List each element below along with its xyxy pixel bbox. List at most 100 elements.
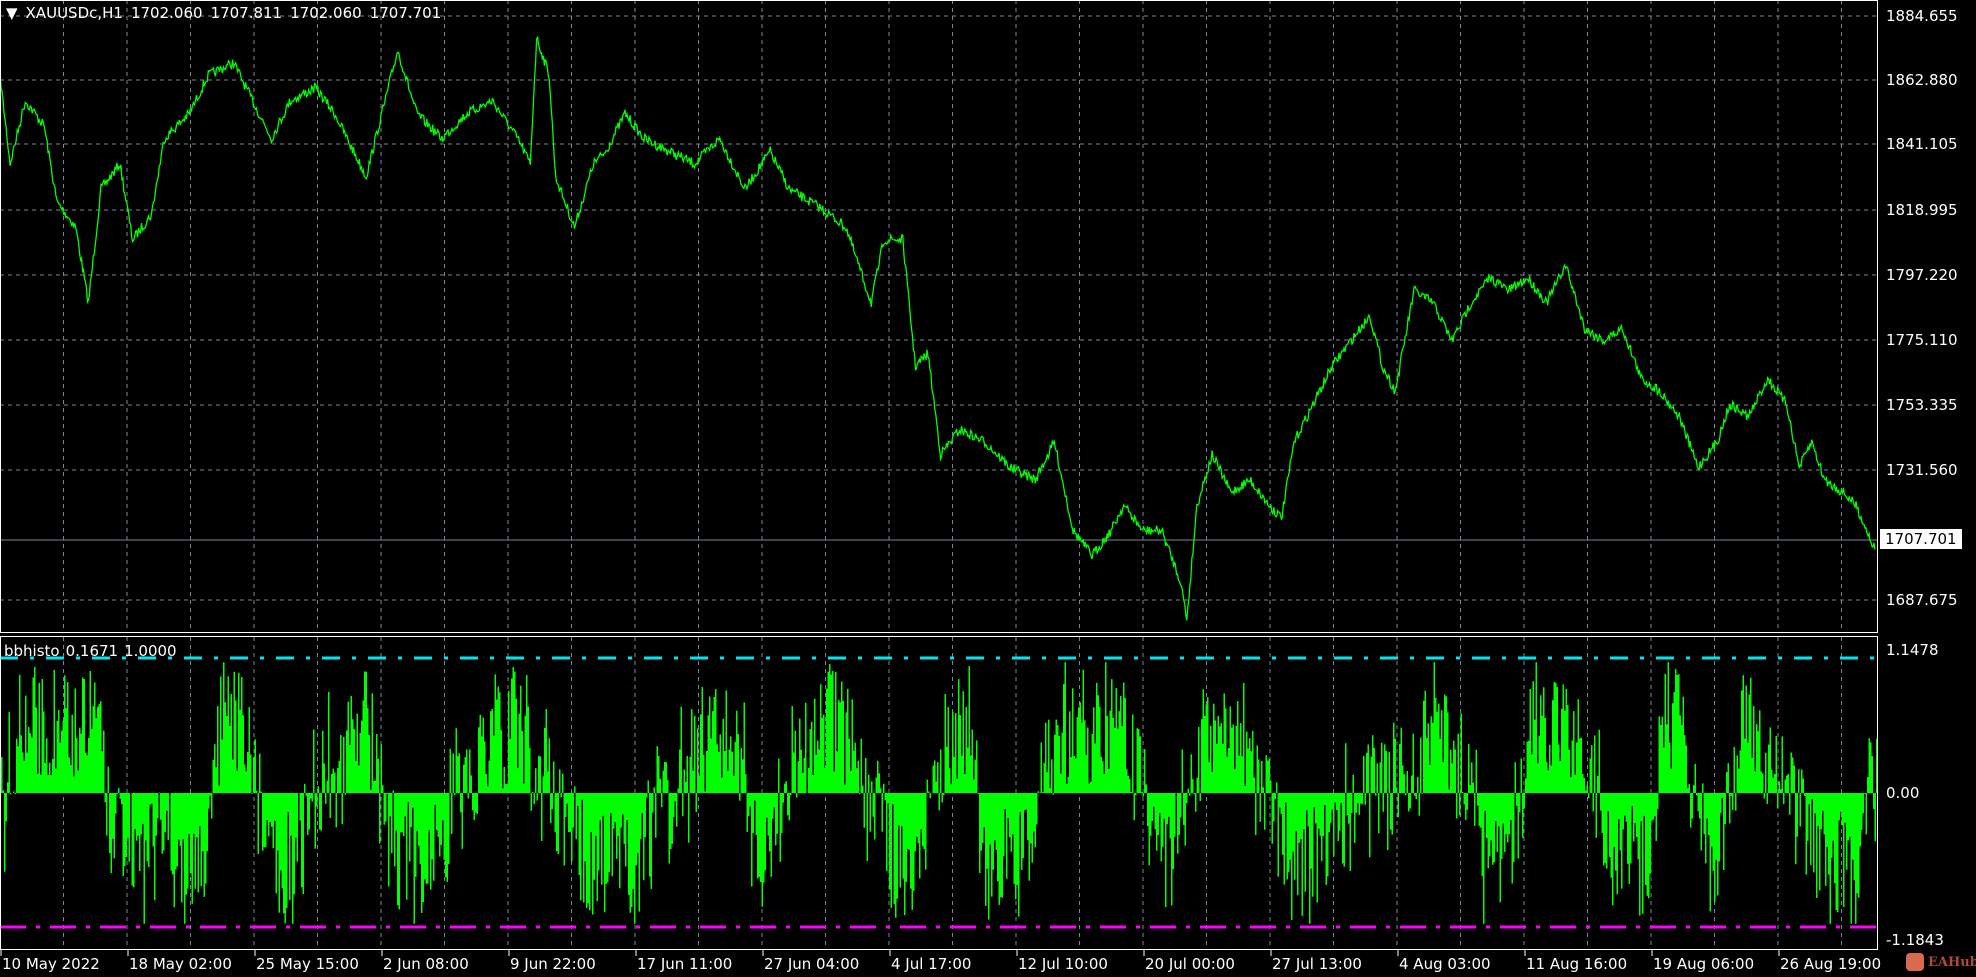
histogram-bar [992, 793, 994, 870]
histogram-bar [467, 793, 469, 799]
histogram-bar [293, 793, 295, 895]
histogram-bar [1526, 741, 1528, 793]
histogram-bar [121, 793, 123, 805]
histogram-bar [604, 793, 606, 913]
histogram-bar [1835, 793, 1837, 910]
histogram-bar [22, 752, 24, 793]
histogram-bar [1700, 793, 1702, 851]
histogram-bar [1264, 793, 1266, 830]
histogram-bar [1780, 789, 1782, 793]
histogram-bar [352, 719, 354, 793]
histogram-bar [322, 730, 324, 793]
histogram-bar [1481, 793, 1483, 877]
histogram-bar [1127, 776, 1129, 793]
histogram-bar [596, 793, 598, 902]
histogram-bar [1315, 793, 1317, 824]
histogram-bar [935, 781, 937, 793]
histogram-bar [1145, 784, 1147, 793]
histogram-bar [1223, 693, 1225, 793]
histogram-bar [74, 688, 76, 793]
histogram-bar [1423, 700, 1425, 793]
histogram-bar [1625, 793, 1627, 822]
chart-canvas[interactable] [0, 0, 1976, 977]
histogram-bar [239, 709, 241, 793]
histogram-bar [1664, 673, 1666, 793]
histogram-bar [1148, 793, 1150, 866]
histogram-bar [592, 793, 594, 915]
histogram-bar [361, 720, 363, 793]
histogram-bar [1727, 763, 1729, 793]
histogram-bar [1432, 722, 1434, 793]
histogram-bar [430, 793, 432, 890]
histogram-bar [815, 754, 817, 793]
histogram-bar [1318, 793, 1320, 829]
histogram-bar [1805, 793, 1807, 875]
histogram-bar [172, 793, 174, 875]
histogram-bar [934, 760, 936, 793]
histogram-bar [385, 793, 387, 822]
histogram-bar [1144, 749, 1146, 793]
histogram-bar [490, 711, 492, 793]
histogram-bar [274, 793, 276, 821]
histogram-bar [320, 793, 322, 831]
histogram-bar [826, 688, 828, 793]
histogram-bar [1288, 793, 1290, 872]
histogram-bar [283, 793, 285, 914]
histogram-bar [1652, 793, 1654, 820]
histogram-bar [460, 793, 462, 813]
histogram-bar [856, 768, 858, 793]
histogram-bar [1517, 793, 1519, 859]
time-axis-label: 10 May 2022 [2, 955, 100, 973]
histogram-bar [478, 727, 480, 793]
histogram-bar [835, 671, 837, 793]
dropdown-triangle-icon[interactable]: ▼ [6, 4, 18, 22]
histogram-bar [1454, 749, 1456, 793]
histogram-bar [470, 775, 472, 793]
histogram-bar [943, 793, 945, 796]
histogram-bar [1798, 769, 1800, 793]
histogram-bar [332, 768, 334, 793]
histogram-bar [1379, 762, 1381, 793]
histogram-bar [1310, 793, 1312, 869]
histogram-bar [1819, 793, 1821, 891]
histogram-bar [1376, 763, 1378, 793]
histogram-bar [851, 699, 853, 793]
histogram-bar [883, 783, 885, 793]
histogram-bar [566, 793, 568, 804]
histogram-bar [355, 760, 357, 793]
histogram-bar [1757, 731, 1759, 793]
histogram-bar [137, 793, 139, 836]
histogram-bar [587, 793, 589, 904]
histogram-bar [1790, 752, 1792, 793]
histogram-bar [1465, 793, 1467, 820]
histogram-bar [167, 793, 169, 841]
histogram-bar [104, 793, 106, 803]
histogram-bar [1030, 793, 1032, 844]
histogram-bar [1682, 696, 1684, 793]
histogram-bar [29, 733, 31, 793]
histogram-bar [1745, 685, 1747, 793]
histogram-bar [889, 793, 891, 890]
histogram-bar [175, 793, 177, 870]
histogram-bar [1430, 716, 1432, 793]
histogram-bar [526, 675, 528, 793]
histogram-bar [277, 793, 279, 851]
histogram-bar [358, 765, 360, 793]
histogram-bar [1426, 738, 1428, 793]
histogram-bar [773, 793, 775, 808]
histogram-bar [1847, 793, 1849, 841]
histogram-bar [761, 793, 763, 907]
histogram-bar [463, 764, 465, 793]
histogram-bar [343, 736, 345, 793]
histogram-bar [1759, 710, 1761, 793]
histogram-bar [224, 702, 226, 793]
histogram-bar [136, 793, 138, 841]
histogram-bar [439, 793, 441, 857]
histogram-bar [1372, 735, 1374, 793]
histogram-bar [200, 793, 202, 887]
histogram-bar [562, 773, 564, 793]
histogram-bar [1112, 717, 1114, 793]
histogram-bar [1190, 754, 1192, 793]
histogram-bar [349, 745, 351, 793]
histogram-bar [1195, 793, 1197, 812]
